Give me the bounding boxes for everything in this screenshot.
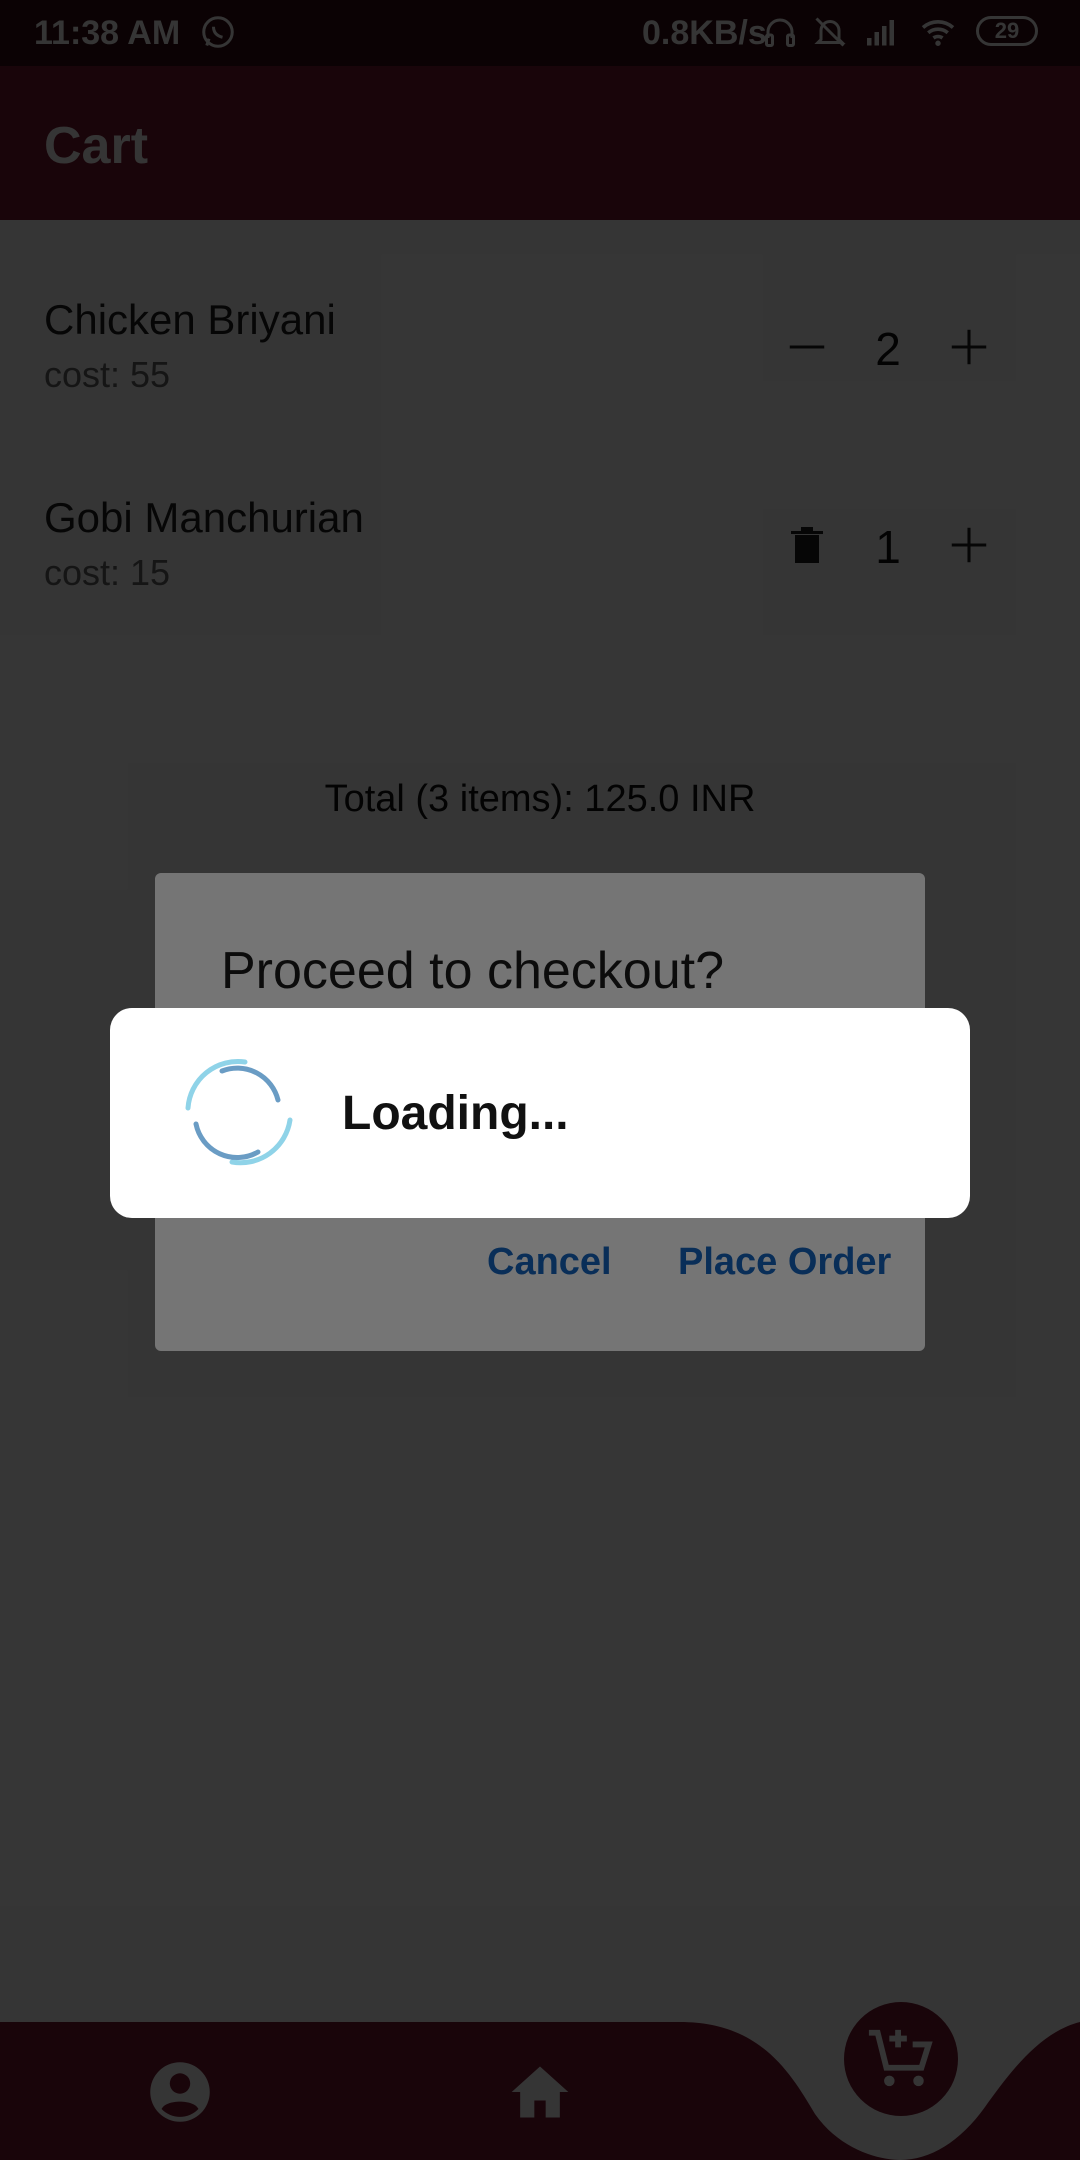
dialog-title: Proceed to checkout? — [221, 942, 724, 1000]
cart-item: Chicken Briyani cost: 55 2 — [0, 296, 1080, 476]
page-title: Cart — [44, 117, 149, 175]
item-name: Gobi Manchurian — [44, 494, 364, 541]
cancel-button[interactable]: Cancel — [487, 1241, 612, 1284]
item-cost: cost: 55 — [44, 354, 171, 395]
headset-icon — [765, 18, 795, 47]
signal-icon — [867, 20, 894, 46]
cart-item: Gobi Manchurian cost: 15 1 — [0, 494, 1080, 674]
status-time: 11:38 AM — [34, 14, 181, 52]
increase-quantity-button[interactable] — [934, 510, 1004, 580]
app-bar: Cart — [0, 66, 1080, 220]
delete-item-button[interactable] — [772, 510, 842, 580]
nav-home-button[interactable] — [506, 2058, 574, 2126]
item-quantity: 1 — [875, 521, 901, 573]
minus-icon — [789, 345, 825, 349]
status-bar: 11:38 AM 0.8KB/s 29 — [0, 0, 1080, 66]
nav-profile-button[interactable] — [146, 2058, 214, 2126]
home-icon — [511, 2066, 569, 2118]
item-name: Chicken Briyani — [44, 296, 336, 343]
item-quantity: 2 — [875, 323, 901, 375]
nav-cart-button[interactable] — [844, 2002, 958, 2116]
bottom-nav — [0, 2002, 1080, 2160]
place-order-button[interactable]: Place Order — [678, 1241, 891, 1284]
network-rate: 0.8KB/s — [642, 14, 767, 52]
item-cost: cost: 15 — [44, 552, 171, 593]
plus-icon — [951, 527, 987, 563]
loading-text: Loading... — [342, 1087, 569, 1140]
delete-icon — [791, 527, 823, 563]
loading-spinner-icon — [185, 1059, 293, 1166]
loading-dialog: Loading... — [110, 1008, 970, 1218]
whatsapp-icon — [202, 16, 234, 48]
battery-icon: 29 — [976, 16, 1038, 46]
wifi-icon — [921, 20, 955, 46]
cart-total: Total (3 items): 125.0 INR — [324, 778, 756, 820]
profile-icon — [150, 2062, 210, 2122]
bell-off-icon — [814, 17, 846, 47]
decrease-quantity-button[interactable] — [772, 312, 842, 382]
increase-quantity-button[interactable] — [934, 312, 1004, 382]
cart-add-icon — [868, 2029, 933, 2087]
plus-icon — [951, 329, 987, 365]
